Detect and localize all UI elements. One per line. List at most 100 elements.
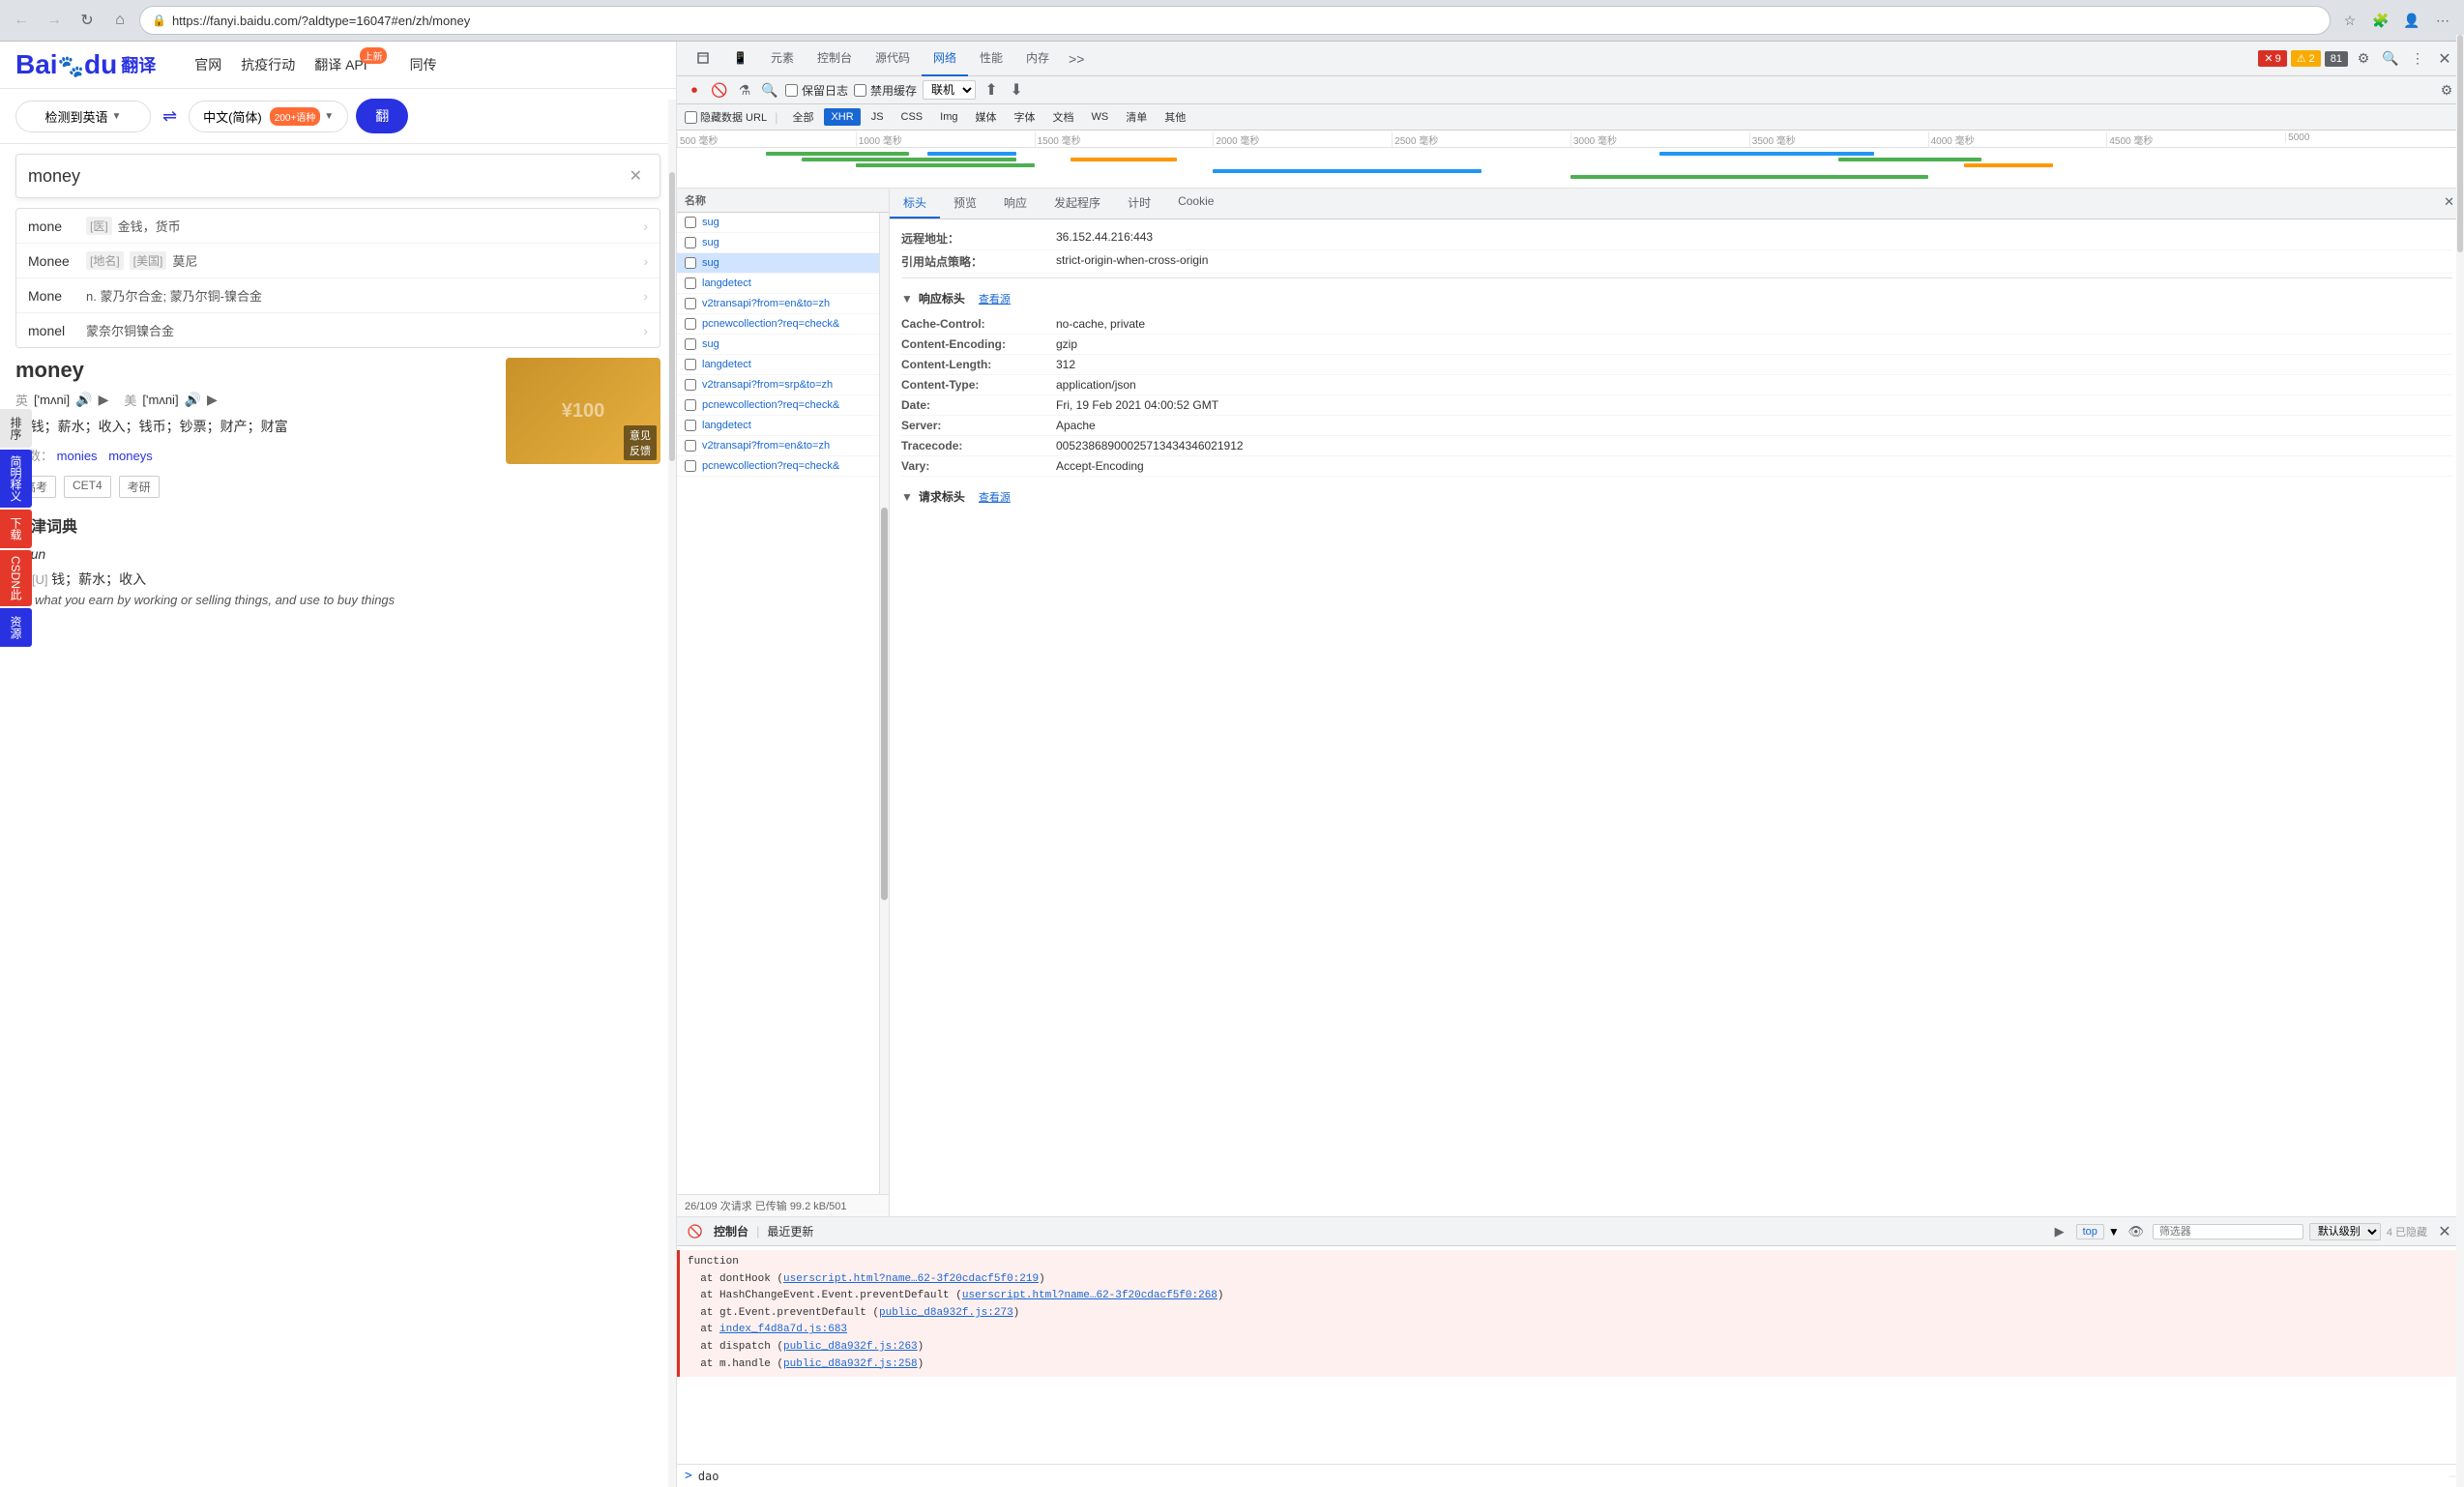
- msg-count-badge[interactable]: 81: [2325, 51, 2348, 67]
- settings-icon[interactable]: ⚙: [2352, 47, 2375, 71]
- console-frame-select[interactable]: top ▼: [2076, 1224, 2120, 1239]
- console-input[interactable]: [698, 1470, 2449, 1483]
- clear-button[interactable]: ✕: [624, 164, 648, 188]
- tab-performance[interactable]: 性能: [968, 42, 1014, 76]
- plural-monies[interactable]: monies: [57, 449, 98, 463]
- reload-button[interactable]: ↻: [73, 7, 101, 34]
- filter-type-other[interactable]: 其他: [1158, 106, 1192, 128]
- record-button[interactable]: ⏺: [685, 80, 704, 100]
- nav-api[interactable]: 翻译 API 上新: [314, 55, 367, 74]
- nav-guanwang[interactable]: 官网: [194, 55, 221, 74]
- menu-icon[interactable]: ⋯: [2429, 7, 2456, 34]
- home-button[interactable]: ⌂: [106, 7, 133, 34]
- network-item-sug-1[interactable]: sug: [677, 213, 879, 233]
- network-item-v2trans-3[interactable]: v2transapi?from=en&to=zh: [677, 436, 879, 456]
- detail-tab-timing[interactable]: 计时: [1114, 189, 1164, 219]
- console-clear-icon[interactable]: 🚫: [685, 1221, 706, 1242]
- devtools-close-button[interactable]: ✕: [2433, 47, 2456, 71]
- network-throttle-select[interactable]: 联机: [923, 80, 976, 100]
- console-updates[interactable]: 最近更新: [767, 1223, 813, 1239]
- network-item-v2trans-1[interactable]: v2transapi?from=en&to=zh: [677, 294, 879, 314]
- tab-memory[interactable]: 内存: [1014, 42, 1061, 76]
- network-item-langdetect-2[interactable]: langdetect: [677, 355, 879, 375]
- sidebar-csdn[interactable]: CSDN此: [0, 550, 32, 606]
- network-item-sug-4[interactable]: sug: [677, 335, 879, 355]
- extensions-icon[interactable]: 🧩: [2367, 7, 2394, 34]
- detail-tab-preview[interactable]: 预览: [940, 189, 990, 219]
- network-item-pcc-3[interactable]: pcnewcollection?req=check&: [677, 456, 879, 477]
- console-link-5[interactable]: public_d8a932f.js:263: [783, 1341, 918, 1353]
- search-text[interactable]: money: [28, 166, 624, 187]
- upload-har-icon[interactable]: ⬆: [982, 80, 1001, 100]
- view-source-request-link[interactable]: 查看源: [979, 489, 1011, 505]
- filter-type-xhr[interactable]: XHR: [824, 108, 860, 126]
- console-link-2[interactable]: userscript.html?name…62-3f20cdacf5f0:268: [962, 1290, 1217, 1301]
- filter-type-media[interactable]: 媒体: [969, 106, 1004, 128]
- pron-us-play[interactable]: ▶: [207, 392, 218, 408]
- tab-more[interactable]: >>: [1061, 42, 1092, 76]
- detail-tab-initiator[interactable]: 发起程序: [1041, 189, 1114, 219]
- network-item-v2trans-2[interactable]: v2transapi?from=srp&to=zh: [677, 375, 879, 395]
- filter-type-doc[interactable]: 文档: [1046, 106, 1081, 128]
- console-link-3[interactable]: public_d8a932f.js:273: [879, 1307, 1013, 1319]
- network-item-sug-2[interactable]: sug: [677, 233, 879, 253]
- network-item-langdetect-1[interactable]: langdetect: [677, 274, 879, 294]
- more-options-icon[interactable]: ⋮: [2406, 47, 2429, 71]
- sidebar-brief[interactable]: 简明释义: [0, 450, 32, 508]
- exam-tag-cet4[interactable]: CET4: [64, 476, 111, 498]
- console-eye-icon[interactable]: 👁: [2126, 1221, 2147, 1242]
- filter-type-font[interactable]: 字体: [1008, 106, 1042, 128]
- response-headers-header[interactable]: ▼ 响应标头 查看源: [901, 286, 2452, 310]
- back-button[interactable]: ←: [8, 7, 35, 34]
- panel-scrollbar[interactable]: [668, 100, 676, 1487]
- bookmark-icon[interactable]: ☆: [2336, 7, 2363, 34]
- filter-icon[interactable]: ⚗: [735, 80, 754, 100]
- suggestion-item[interactable]: Mone n. 蒙乃尔合金; 蒙乃尔铜-镍合金 ›: [16, 278, 660, 313]
- src-lang-select[interactable]: 检测到英语 ▼: [15, 101, 151, 132]
- tab-sources[interactable]: 源代码: [864, 42, 922, 76]
- swap-button[interactable]: ⇌: [159, 102, 181, 131]
- network-item-langdetect-3[interactable]: langdetect: [677, 416, 879, 436]
- sidebar-download[interactable]: 下载: [0, 510, 32, 548]
- plural-moneys[interactable]: moneys: [108, 449, 153, 463]
- profile-icon[interactable]: 👤: [2398, 7, 2425, 34]
- network-item-pcc-2[interactable]: pcnewcollection?req=check&: [677, 395, 879, 416]
- detail-tab-cookie[interactable]: Cookie: [1164, 189, 1227, 219]
- detail-scrollbar[interactable]: [2456, 189, 2464, 1216]
- clear-button[interactable]: 🚫: [710, 80, 729, 100]
- console-filter-input[interactable]: [2153, 1224, 2303, 1239]
- tab-elements[interactable]: 元素: [759, 42, 806, 76]
- forward-button[interactable]: →: [41, 7, 68, 34]
- filter-type-manifest[interactable]: 清单: [1119, 106, 1154, 128]
- error-count-badge[interactable]: ✕ 9: [2258, 50, 2286, 67]
- filter-type-ws[interactable]: WS: [1085, 108, 1116, 126]
- warn-count-badge[interactable]: ⚠ 2: [2291, 50, 2321, 67]
- tgt-lang-select[interactable]: 中文(简体) 200+语种 ▼: [189, 101, 348, 132]
- suggestion-item[interactable]: mone [医] 金钱，货币 ›: [16, 209, 660, 244]
- filter-type-css[interactable]: CSS: [895, 108, 930, 126]
- network-scrollbar[interactable]: [879, 213, 889, 1194]
- nav-tongchuan[interactable]: 同传: [410, 55, 437, 74]
- search-icon[interactable]: 🔍: [2379, 47, 2402, 71]
- suggestion-item[interactable]: Monee [地名] [美国] 莫尼 ›: [16, 244, 660, 278]
- pron-en-sound[interactable]: 🔊: [75, 392, 92, 408]
- tab-device[interactable]: 📱: [721, 42, 759, 76]
- sidebar-resource[interactable]: 资源: [0, 608, 32, 647]
- network-item-sug-3[interactable]: sug: [677, 253, 879, 274]
- network-item-pcc-1[interactable]: pcnewcollection?req=check&: [677, 314, 879, 335]
- detail-tab-response[interactable]: 响应: [990, 189, 1041, 219]
- tab-network[interactable]: 网络: [922, 42, 968, 76]
- tab-console[interactable]: 控制台: [806, 42, 864, 76]
- view-source-link[interactable]: 查看源: [979, 291, 1011, 306]
- network-settings-icon[interactable]: ⚙: [2437, 80, 2456, 100]
- console-play-icon[interactable]: ▶: [2049, 1221, 2070, 1242]
- tab-inspect[interactable]: [685, 42, 721, 76]
- detail-tab-headers[interactable]: 标头: [890, 189, 940, 219]
- filter-type-all[interactable]: 全部: [785, 106, 820, 128]
- console-link-4[interactable]: index_f4d8a7d.js:683: [719, 1324, 847, 1335]
- address-bar[interactable]: 🔒 https://fanyi.baidu.com/?aldtype=16047…: [139, 6, 2331, 35]
- search-network-icon[interactable]: 🔍: [760, 80, 779, 100]
- console-level-select[interactable]: 默认级别: [2309, 1223, 2381, 1240]
- console-link-6[interactable]: public_d8a932f.js:258: [783, 1358, 918, 1370]
- download-har-icon[interactable]: ⬇: [1007, 80, 1026, 100]
